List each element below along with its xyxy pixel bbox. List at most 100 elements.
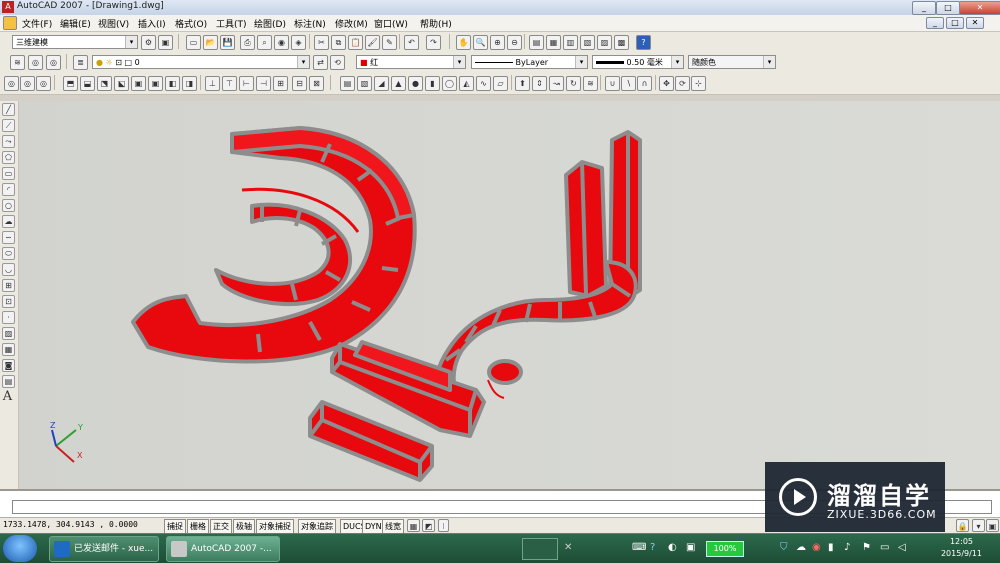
properties-icon[interactable]: ▤: [529, 35, 544, 50]
menu-tools[interactable]: 工具(T): [216, 17, 247, 30]
ucs-world-icon[interactable]: ⊤: [222, 76, 237, 91]
free-orbit-icon[interactable]: ◎: [20, 76, 35, 91]
pyramid-icon[interactable]: ◭: [459, 76, 474, 91]
menu-help[interactable]: 帮助(H): [420, 17, 452, 30]
wedge-icon[interactable]: ◢: [374, 76, 389, 91]
clean-screen-icon[interactable]: ▣: [986, 519, 999, 532]
tool-palettes-icon[interactable]: ▥: [563, 35, 578, 50]
osnap-toggle[interactable]: 对象捕捉: [256, 519, 294, 534]
markup-icon[interactable]: ▨: [597, 35, 612, 50]
help-icon[interactable]: ?: [636, 35, 651, 50]
network-icon[interactable]: ✕: [564, 542, 572, 553]
clock[interactable]: 12:05 2015/9/11: [941, 536, 982, 560]
pan-icon[interactable]: ✋: [456, 35, 471, 50]
workspace-settings-icon[interactable]: ⚙: [141, 35, 156, 50]
menu-window[interactable]: 窗口(W): [374, 17, 408, 30]
back-view-icon[interactable]: ▣: [148, 76, 163, 91]
signal-strength-icon[interactable]: [522, 538, 558, 560]
lineweight-toggle[interactable]: 线宽: [382, 519, 404, 534]
make-current-layer-icon[interactable]: ⇄: [313, 55, 328, 70]
tray-network-icon[interactable]: ▭: [880, 542, 889, 553]
doc-close-button[interactable]: ✕: [966, 17, 984, 29]
cut-icon[interactable]: ✂: [314, 35, 329, 50]
menu-file[interactable]: 文件(F): [22, 17, 52, 30]
line-icon[interactable]: ╱: [2, 103, 15, 116]
status-menu-icon[interactable]: ▾: [972, 519, 985, 532]
point-icon[interactable]: ·: [2, 311, 15, 324]
tray-device-icon[interactable]: ▣: [686, 542, 695, 553]
circle-icon[interactable]: ○: [2, 199, 15, 212]
multiline-text-icon[interactable]: A: [2, 390, 13, 403]
3d-rotate-icon[interactable]: ⟳: [675, 76, 690, 91]
redo-icon[interactable]: ↷: [426, 35, 441, 50]
menu-draw[interactable]: 绘图(D): [254, 17, 286, 30]
minimize-button[interactable]: _: [912, 1, 936, 15]
hatch-icon[interactable]: ▨: [2, 327, 15, 340]
color-dropdown[interactable]: ■ 红 ▾: [356, 55, 466, 69]
revolve-icon[interactable]: ↻: [566, 76, 581, 91]
menu-view[interactable]: 视图(V): [98, 17, 129, 30]
continuous-orbit-icon[interactable]: ◎: [36, 76, 51, 91]
otrack-toggle[interactable]: 对象追踪: [298, 519, 336, 534]
calculator-icon[interactable]: ▩: [614, 35, 629, 50]
3d-align-icon[interactable]: ⊹: [691, 76, 706, 91]
subtract-icon[interactable]: ∖: [621, 76, 636, 91]
save-icon[interactable]: 💾: [220, 35, 235, 50]
workspace-dropdown[interactable]: 三维建模 ▾: [12, 35, 138, 49]
paste-icon[interactable]: 📋: [348, 35, 363, 50]
layer-manager-icon[interactable]: ≋: [10, 55, 25, 70]
insert-block-icon[interactable]: ⊞: [2, 279, 15, 292]
plot-preview-icon[interactable]: ⌕: [257, 35, 272, 50]
zoom-window-icon[interactable]: ⊕: [490, 35, 505, 50]
design-center-icon[interactable]: ▦: [546, 35, 561, 50]
document-icon[interactable]: [3, 16, 17, 30]
zoom-realtime-icon[interactable]: 🔍: [473, 35, 488, 50]
toolbar-lock-icon[interactable]: ⁝: [438, 519, 449, 532]
revision-cloud-icon[interactable]: ☁: [2, 215, 15, 228]
match-properties-icon[interactable]: 🖌: [365, 35, 380, 50]
layer-previous-icon[interactable]: ◎: [46, 55, 61, 70]
annotation-icon[interactable]: ◩: [422, 519, 435, 532]
model-space-icon[interactable]: ▦: [407, 519, 420, 532]
ucs-origin-icon[interactable]: ⊢: [239, 76, 254, 91]
menu-insert[interactable]: 插入(I): [138, 17, 166, 30]
grid-toggle[interactable]: 栅格: [187, 519, 209, 534]
autocad-app-icon[interactable]: A: [2, 1, 14, 13]
sphere-icon[interactable]: ●: [408, 76, 423, 91]
menu-format[interactable]: 格式(O): [175, 17, 207, 30]
right-view-icon[interactable]: ⬕: [114, 76, 129, 91]
publish-icon[interactable]: ◉: [274, 35, 289, 50]
polygon-icon[interactable]: ⬠: [2, 151, 15, 164]
lock-icon[interactable]: 🔒: [956, 519, 969, 532]
chevron-down-icon[interactable]: ▾: [453, 56, 465, 68]
union-icon[interactable]: ∪: [605, 76, 620, 91]
chevron-down-icon[interactable]: ▾: [763, 56, 775, 68]
cone-icon[interactable]: ▲: [391, 76, 406, 91]
maximize-button[interactable]: □: [936, 1, 960, 15]
plotstyle-dropdown[interactable]: 随颜色 ▾: [688, 55, 776, 69]
menu-modify[interactable]: 修改(M): [335, 17, 368, 30]
ucs-object-icon[interactable]: ⊟: [292, 76, 307, 91]
undo-icon[interactable]: ↶: [404, 35, 419, 50]
tray-cloud-icon[interactable]: ☁: [796, 542, 806, 553]
menu-dimension[interactable]: 标注(N): [294, 17, 326, 30]
new-file-icon[interactable]: ▭: [186, 35, 201, 50]
make-block-icon[interactable]: ⊡: [2, 295, 15, 308]
chevron-down-icon[interactable]: ▾: [575, 56, 587, 68]
tray-help-icon[interactable]: ?: [650, 542, 655, 553]
tray-volume-icon[interactable]: ♪: [844, 542, 850, 553]
doc-restore-button[interactable]: □: [946, 17, 964, 29]
menu-edit[interactable]: 编辑(E): [60, 17, 91, 30]
sweep-icon[interactable]: ↝: [549, 76, 564, 91]
tray-signal-icon[interactable]: ▮: [828, 542, 834, 553]
layer-dropdown[interactable]: ● ☼ ⊡ □ 0 ▾: [92, 55, 310, 69]
ellipse-arc-icon[interactable]: ◡: [2, 263, 15, 276]
loft-icon[interactable]: ≋: [583, 76, 598, 91]
cylinder-icon[interactable]: ▮: [425, 76, 440, 91]
helix-icon[interactable]: ∿: [476, 76, 491, 91]
start-button[interactable]: [3, 535, 37, 562]
plot-icon[interactable]: ⎙: [240, 35, 255, 50]
torus-icon[interactable]: ◯: [442, 76, 457, 91]
ucs-view-icon[interactable]: ⊠: [309, 76, 324, 91]
ucs-face-icon[interactable]: ⊞: [273, 76, 288, 91]
